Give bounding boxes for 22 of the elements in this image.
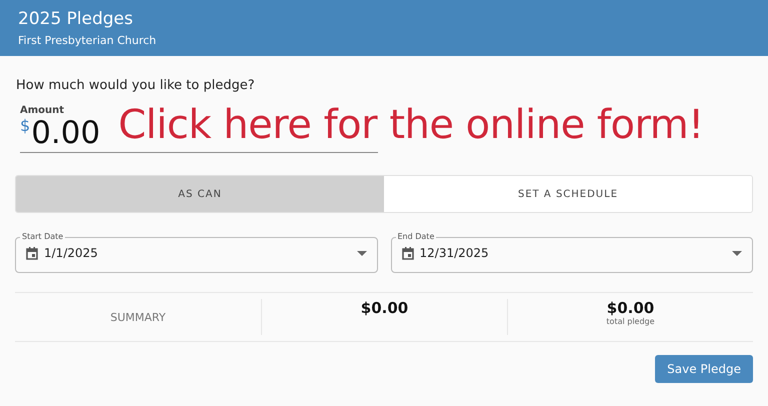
online-form-link[interactable]: Click here for the online form!: [118, 102, 704, 148]
question-text: How much would you like to pledge?: [16, 78, 256, 93]
church-name: First Presbyterian Church: [18, 34, 158, 47]
summary-amount: $0.00: [360, 299, 408, 317]
calendar-icon: [402, 246, 414, 260]
total-amount: $0.00: [606, 299, 654, 317]
total-caption: total pledge: [606, 317, 655, 326]
mode-tab[interactable]: SET A SCHEDULE: [384, 176, 752, 212]
mode-tab[interactable]: AS CAN: [16, 176, 384, 212]
summary-label: SUMMARY: [110, 310, 166, 324]
date-label: End Date: [396, 232, 436, 242]
date-field[interactable]: End Date 12/31/2025: [390, 232, 753, 273]
caret-icon: [732, 250, 742, 256]
page-title: 2025 Pledges: [18, 8, 134, 30]
date-label: Start Date: [21, 232, 64, 242]
amount-field[interactable]: Amount $0.00: [20, 105, 100, 152]
date-field[interactable]: Start Date 1/1/2025: [15, 232, 378, 273]
caret-icon: [356, 250, 366, 256]
calendar-icon: [26, 246, 38, 260]
date-value: 12/31/2025: [420, 246, 490, 260]
save-pledge-button[interactable]: Save Pledge: [655, 355, 753, 383]
date-value: 1/1/2025: [44, 246, 99, 260]
